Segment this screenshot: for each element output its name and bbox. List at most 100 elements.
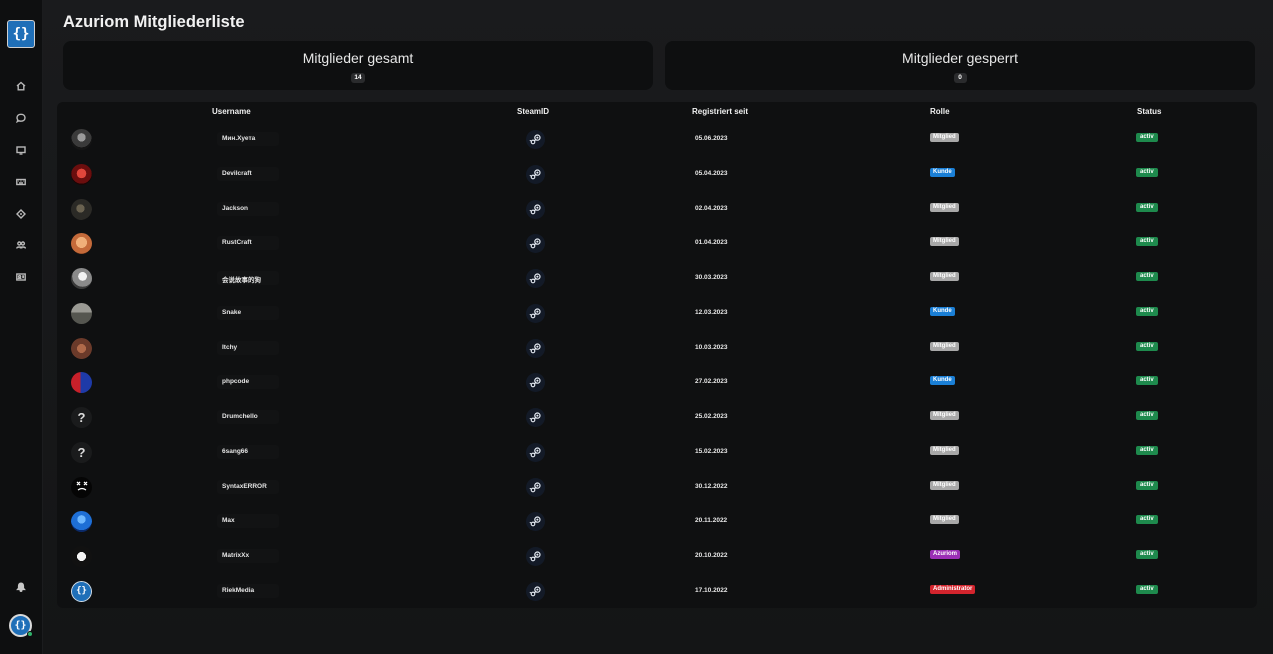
table-row[interactable]: 会说故事的狗 30.03.2023 Mitglied activ [57,261,1257,296]
member-registered-date: 27.02.2023 [695,378,728,386]
member-avatar[interactable] [71,163,92,185]
member-status-badge: activ [1136,306,1158,316]
steam-icon[interactable] [526,373,545,393]
member-username[interactable]: RustCraft [217,236,279,251]
member-role-badge: Mitglied [930,411,959,420]
member-role-badge: Mitglied [930,341,959,351]
member-registered-date: 02.04.2023 [695,204,728,212]
table-row[interactable]: ? Drumchello 25.02.2023 Mitglied activ [57,400,1257,435]
member-username[interactable]: Jackson [217,201,279,216]
steam-icon[interactable] [526,234,545,254]
member-registered-date: 20.10.2022 [695,552,728,559]
steam-icon[interactable] [526,130,545,149]
member-registered-date: 17.10.2022 [695,586,728,594]
id-card-icon[interactable] [16,272,26,282]
member-username[interactable]: Drumchello [217,410,279,424]
table-row[interactable]: Snake 12.03.2023 Kunde activ [57,296,1257,331]
steam-icon[interactable] [526,408,545,427]
member-role-badge: Mitglied [930,515,959,525]
member-avatar[interactable]: ? [71,441,92,463]
azuriom-logo[interactable]: {} [7,20,35,48]
table-row[interactable]: Jackson 02.04.2023 Mitglied activ [57,192,1257,227]
member-username[interactable]: SyntaxERROR [217,479,279,494]
users-icon[interactable] [16,240,26,250]
member-username[interactable]: MatrixXx [217,549,279,563]
member-avatar[interactable]: {} [71,580,92,602]
member-avatar[interactable] [71,476,92,498]
x-eyes-icon [76,481,87,491]
member-registered-date: 30.12.2022 [695,482,728,490]
stat-card-total: Mitglieder gesamt 14 [63,41,653,90]
steam-icon[interactable] [526,164,545,184]
table-row[interactable]: Devilcraft 05.04.2023 Kunde activ [57,157,1257,192]
member-avatar[interactable] [71,268,92,289]
page-title: Azuriom Mitgliederliste [63,13,245,31]
member-registered-date: 25.02.2023 [695,413,728,420]
member-username[interactable]: RiekMedia [217,583,279,598]
home-icon[interactable] [16,81,26,91]
steam-icon[interactable] [526,269,545,288]
member-username[interactable]: phpcode [217,375,279,390]
member-avatar[interactable] [71,337,92,359]
member-avatar[interactable] [71,302,92,324]
steam-icon[interactable] [526,442,545,462]
table-row[interactable]: phpcode 27.02.2023 Kunde activ [57,365,1257,400]
member-status-badge: activ [1136,550,1158,559]
member-status-badge: activ [1136,584,1158,594]
table-row[interactable]: {} RiekMedia 17.10.2022 Administrator activ [57,574,1257,609]
table-row[interactable]: RustCraft 01.04.2023 Mitglied activ [57,226,1257,261]
member-role-badge: Mitglied [930,445,959,455]
member-username[interactable]: Max [217,514,279,529]
stat-total-label: Mitglieder gesamt [302,50,414,66]
member-username[interactable]: 会说故事的狗 [217,271,279,285]
steam-icon[interactable] [526,477,545,497]
member-role-badge: Mitglied [930,133,959,142]
member-username[interactable]: 6sang66 [217,444,279,459]
member-avatar[interactable] [71,372,92,394]
steam-icon[interactable] [526,512,545,532]
member-role-badge: Mitglied [930,480,959,490]
sidebar: {} {} [0,0,43,654]
member-avatar[interactable] [71,511,92,533]
member-role-badge: Mitglied [930,237,959,247]
member-avatar[interactable] [71,546,92,567]
steam-icon[interactable] [526,581,545,601]
member-role-badge: Administrator [930,584,976,594]
member-role-badge: Mitglied [930,202,959,212]
member-avatar[interactable]: ? [71,407,92,428]
member-status-badge: activ [1136,167,1158,177]
member-username[interactable]: Snake [217,305,279,320]
member-username[interactable]: Itchy [217,340,279,355]
diamond-icon[interactable] [16,209,26,219]
member-username[interactable]: Devilcraft [217,166,279,181]
member-status-badge: activ [1136,411,1158,420]
member-username[interactable]: Мин.Хуета [217,132,279,146]
steam-icon[interactable] [526,303,545,323]
stat-total-count: 14 [351,73,365,83]
table-row[interactable]: MatrixXx 20.10.2022 Azuriom activ [57,539,1257,574]
steam-icon[interactable] [526,547,545,566]
member-role-badge: Kunde [930,306,955,316]
header-registered: Registriert seit [692,107,749,116]
member-avatar[interactable] [71,129,92,150]
member-status-badge: activ [1136,515,1158,525]
keyboard-icon[interactable] [16,177,26,187]
table-row[interactable]: Itchy 10.03.2023 Mitglied activ [57,331,1257,366]
member-avatar[interactable] [71,233,92,255]
member-registered-date: 20.11.2022 [695,517,728,525]
steam-icon[interactable] [526,338,545,358]
table-row[interactable]: Max 20.11.2022 Mitglied activ [57,504,1257,539]
member-status-badge: activ [1136,445,1158,455]
azuriom-avatar-icon: {} [71,580,92,602]
table-row[interactable]: SyntaxERROR 30.12.2022 Mitglied activ [57,470,1257,505]
bell-icon[interactable] [16,582,26,592]
member-avatar[interactable] [71,198,92,220]
steam-icon[interactable] [526,199,545,219]
monitor-icon[interactable] [16,145,26,155]
online-status-dot [27,631,33,637]
chat-icon[interactable] [16,113,26,123]
stat-banned-label: Mitglieder gesperrt [902,50,1018,66]
table-row[interactable]: Мин.Хуета 05.06.2023 Mitglied activ [57,122,1257,157]
member-status-badge: activ [1136,341,1158,351]
table-row[interactable]: ? 6sang66 15.02.2023 Mitglied activ [57,435,1257,470]
